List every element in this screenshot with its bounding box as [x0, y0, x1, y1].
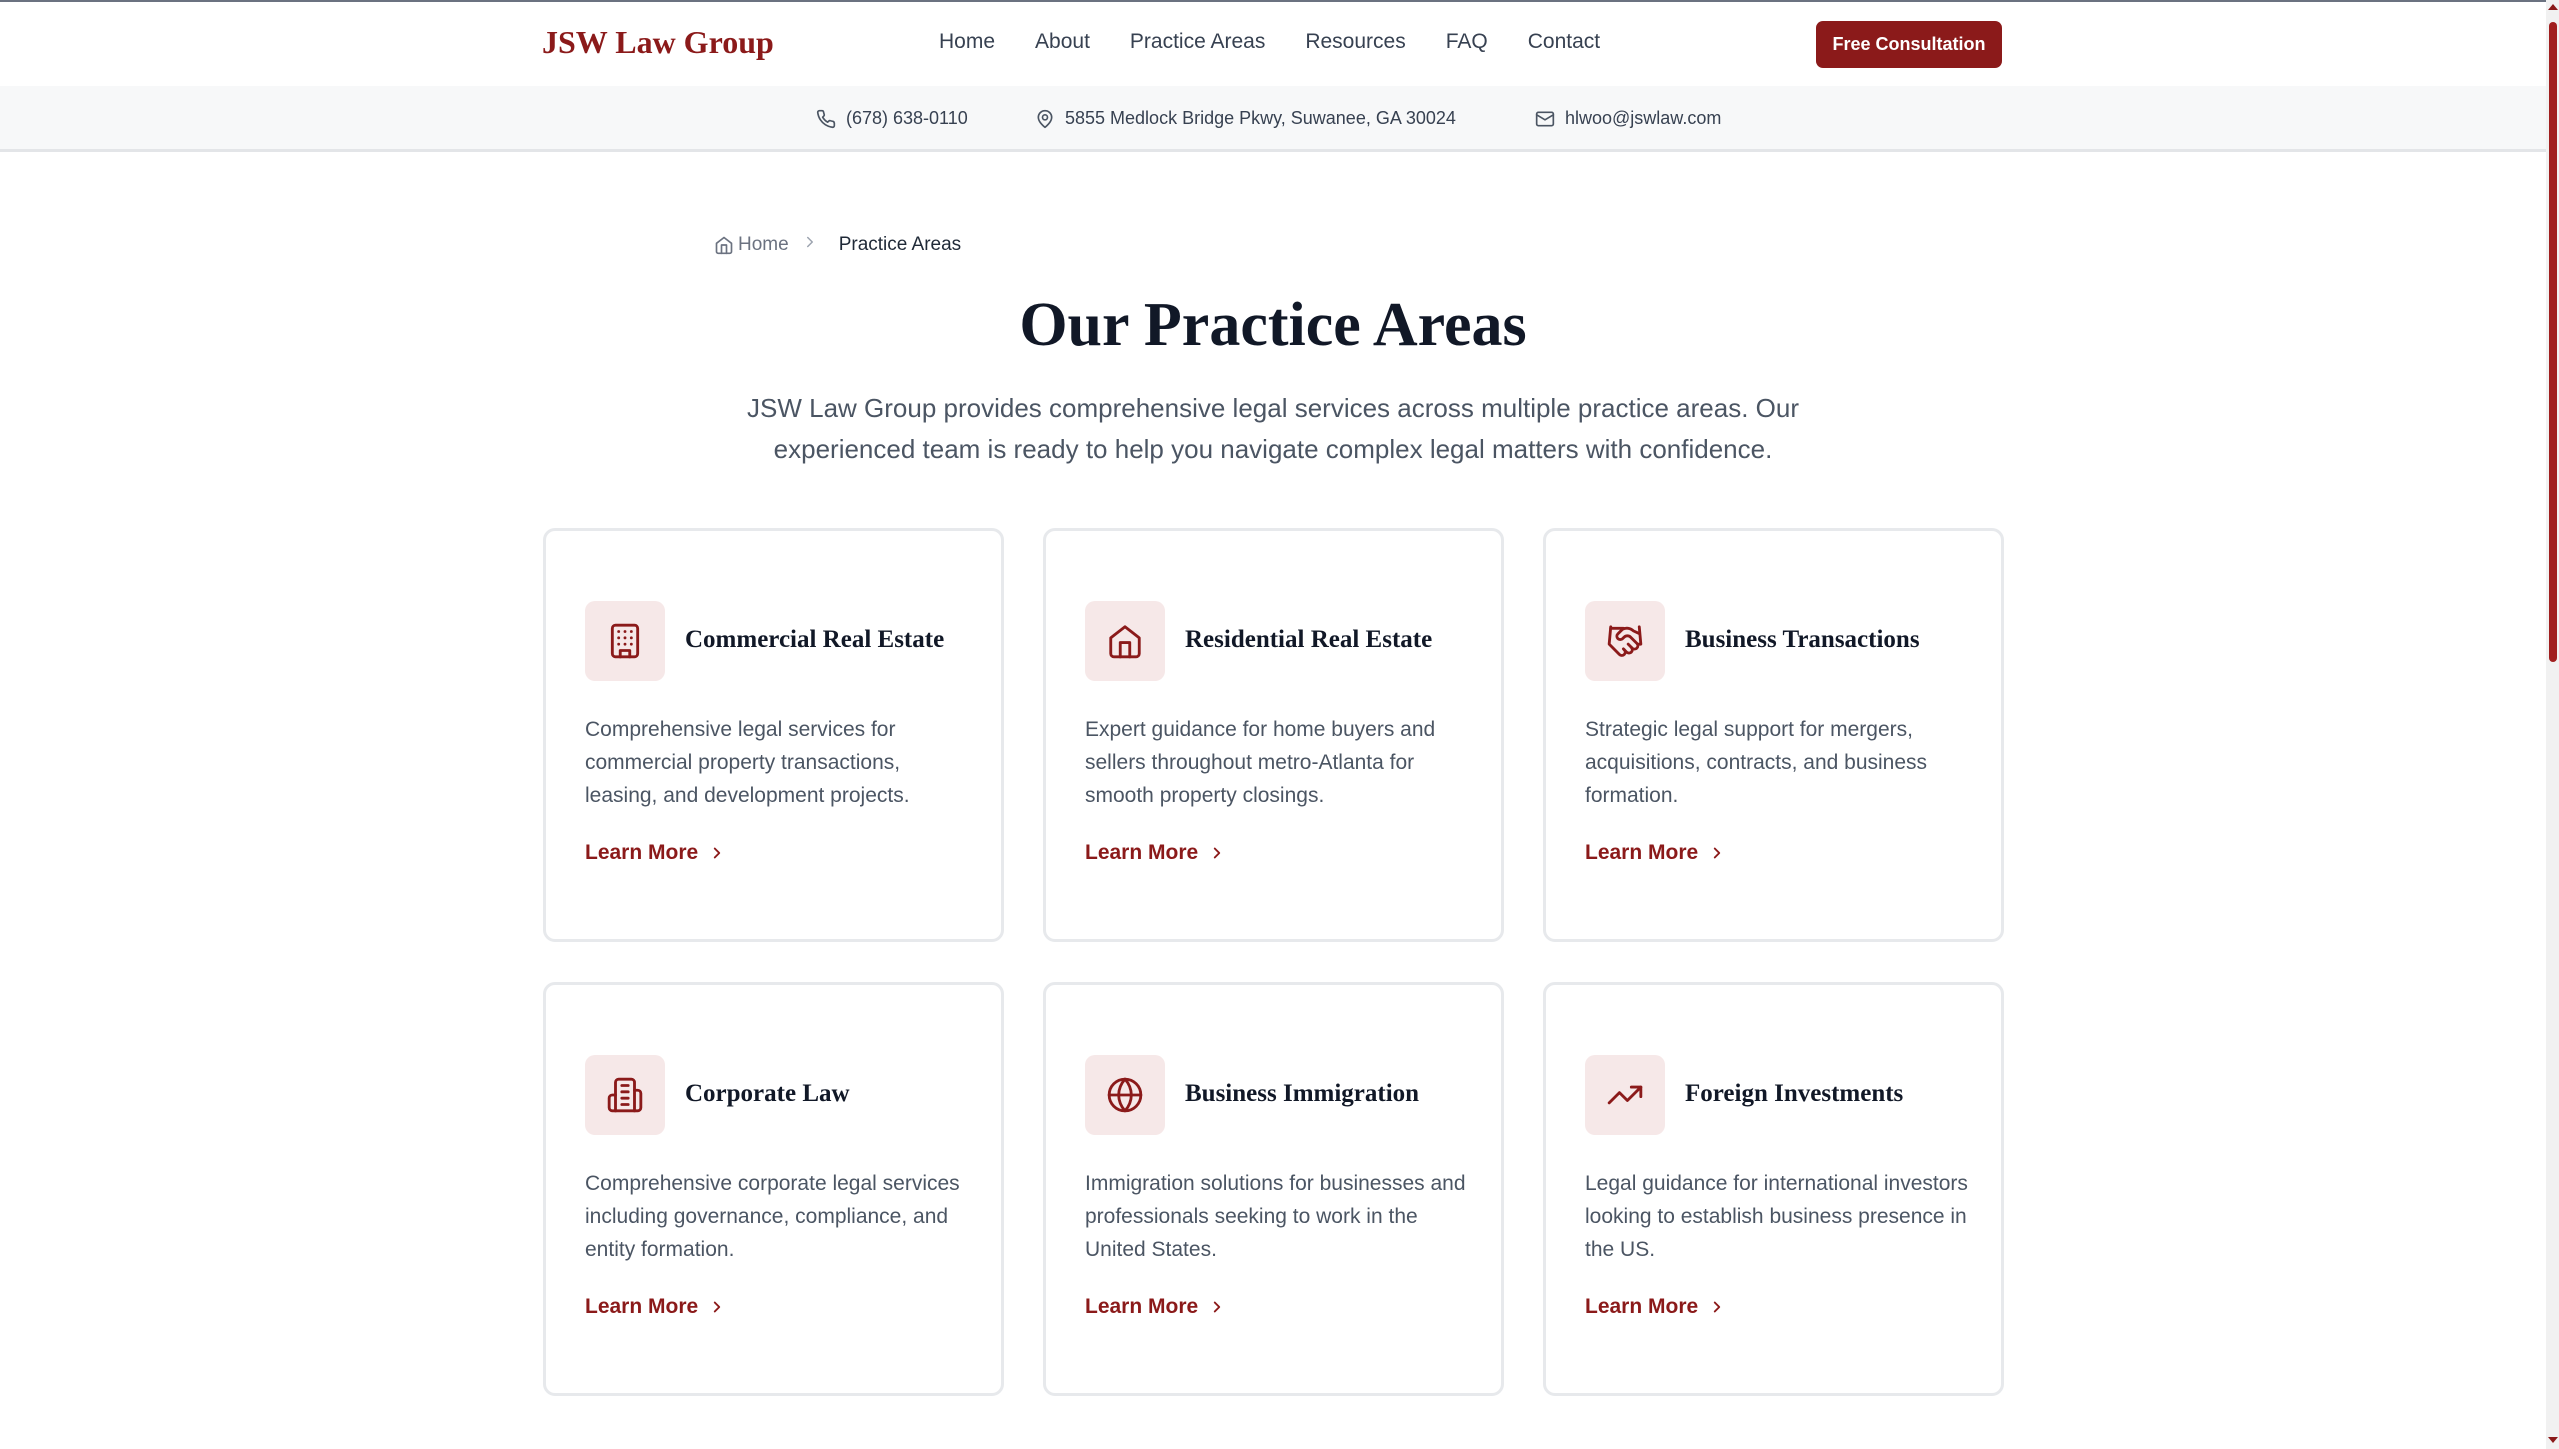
card-icon-box: [1085, 601, 1165, 681]
scroll-down-arrow-icon[interactable]: [2548, 1437, 2558, 1443]
card-description: Comprehensive corporate legal services i…: [585, 1172, 960, 1261]
learn-more-link[interactable]: Learn More: [1585, 841, 1726, 865]
breadcrumb-home-label: Home: [738, 234, 789, 255]
card-description: Immigration solutions for businesses and…: [1085, 1172, 1466, 1261]
practice-card-business-immigration[interactable]: Business Immigration Immigration solutio…: [1043, 982, 1504, 1396]
learn-more-label: Learn More: [585, 1295, 699, 1318]
card-description: Strategic legal support for mergers, acq…: [1585, 718, 1928, 807]
learn-more-label: Learn More: [1085, 841, 1199, 864]
breadcrumb-current: Practice Areas: [838, 234, 962, 255]
mail-icon: [1535, 111, 1555, 126]
card-title: Foreign Investments: [1685, 1080, 1904, 1107]
chevron-right-icon: [1214, 1301, 1221, 1313]
contact-email[interactable]: hlwoo@jswlaw.com: [1535, 108, 1721, 129]
contact-phone[interactable]: (678) 638-0110: [816, 108, 968, 129]
contact-address[interactable]: 5855 Medlock Bridge Pkwy, Suwanee, GA 30…: [1035, 108, 1456, 129]
main-nav: Home About Practice Areas Resources FAQ …: [939, 30, 1600, 54]
practice-card-corporate-law[interactable]: Corporate Law Comprehensive corporate le…: [543, 982, 1004, 1396]
learn-more-link[interactable]: Learn More: [1085, 841, 1226, 865]
email-text: hlwoo@jswlaw.com: [1565, 108, 1722, 128]
card-icon-box: [1085, 1055, 1165, 1135]
page-intro: JSW Law Group provides comprehensive leg…: [747, 393, 1799, 464]
practice-card-commercial-real-estate[interactable]: Commercial Real Estate Comprehensive leg…: [543, 528, 1004, 942]
card-description: Expert guidance for home buyers and sell…: [1085, 718, 1436, 807]
breadcrumb: Home Practice Areas: [714, 233, 961, 257]
card-description: Legal guidance for international investo…: [1585, 1172, 1968, 1261]
chevron-right-icon: [714, 1301, 721, 1313]
free-consultation-button[interactable]: Free Consultation: [1816, 21, 2002, 68]
learn-more-label: Learn More: [1585, 1295, 1699, 1318]
card-title: Business Immigration: [1185, 1080, 1420, 1107]
learn-more-label: Learn More: [585, 841, 699, 864]
practice-card-foreign-investments[interactable]: Foreign Investments Legal guidance for i…: [1543, 982, 2004, 1396]
contact-bar: (678) 638-0110 5855 Medlock Bridge Pkwy,…: [0, 86, 2546, 152]
nav-home[interactable]: Home: [939, 30, 995, 54]
page-title: Our Practice Areas: [1019, 291, 1527, 359]
chevron-right-icon: [1714, 847, 1721, 859]
card-title: Commercial Real Estate: [685, 626, 945, 653]
learn-more-link[interactable]: Learn More: [1085, 1295, 1226, 1319]
chevron-right-icon: [1214, 847, 1221, 859]
nav-resources[interactable]: Resources: [1305, 30, 1405, 54]
card-icon-box: [1585, 601, 1665, 681]
office-building-icon: [607, 1077, 643, 1113]
card-description: Comprehensive legal services for commerc…: [585, 718, 910, 807]
nav-about[interactable]: About: [1035, 30, 1090, 54]
nav-contact[interactable]: Contact: [1528, 30, 1600, 54]
card-title: Business Transactions: [1685, 626, 1920, 653]
house-icon: [1109, 625, 1141, 659]
home-icon: [715, 236, 733, 255]
learn-more-link[interactable]: Learn More: [585, 1295, 726, 1319]
scrollbar-thumb[interactable]: [2549, 22, 2557, 662]
learn-more-link[interactable]: Learn More: [1585, 1295, 1726, 1319]
breadcrumb-home[interactable]: Home: [714, 234, 789, 256]
chevron-right-icon: [714, 847, 721, 859]
card-icon-box: [585, 1055, 665, 1135]
learn-more-link[interactable]: Learn More: [585, 841, 726, 865]
card-title: Residential Real Estate: [1185, 626, 1433, 653]
scroll-up-arrow-icon[interactable]: [2548, 4, 2558, 10]
practice-card-business-transactions[interactable]: Business Transactions Strategic legal su…: [1543, 528, 2004, 942]
handshake-icon: [1607, 625, 1643, 657]
learn-more-label: Learn More: [1585, 841, 1699, 864]
practice-card-residential-real-estate[interactable]: Residential Real Estate Expert guidance …: [1043, 528, 1504, 942]
phone-icon: [816, 109, 836, 128]
nav-faq[interactable]: FAQ: [1446, 30, 1488, 54]
chevron-right-icon: [1714, 1301, 1721, 1313]
card-icon-box: [1585, 1055, 1665, 1135]
card-icon-box: [585, 601, 665, 681]
card-title: Corporate Law: [685, 1080, 850, 1107]
site-header: JSW Law Group Home About Practice Areas …: [0, 2, 2546, 86]
globe-icon: [1107, 1077, 1143, 1113]
phone-text: (678) 638-0110: [846, 108, 968, 128]
nav-practice-areas[interactable]: Practice Areas: [1130, 30, 1265, 54]
chevron-right-icon: [801, 233, 819, 257]
building-icon: [610, 623, 640, 659]
site-logo[interactable]: JSW Law Group: [542, 24, 774, 61]
trending-up-icon: [1607, 1085, 1643, 1105]
map-pin-icon: [1037, 109, 1053, 128]
learn-more-label: Learn More: [1085, 1295, 1199, 1318]
address-text: 5855 Medlock Bridge Pkwy, Suwanee, GA 30…: [1065, 108, 1456, 128]
